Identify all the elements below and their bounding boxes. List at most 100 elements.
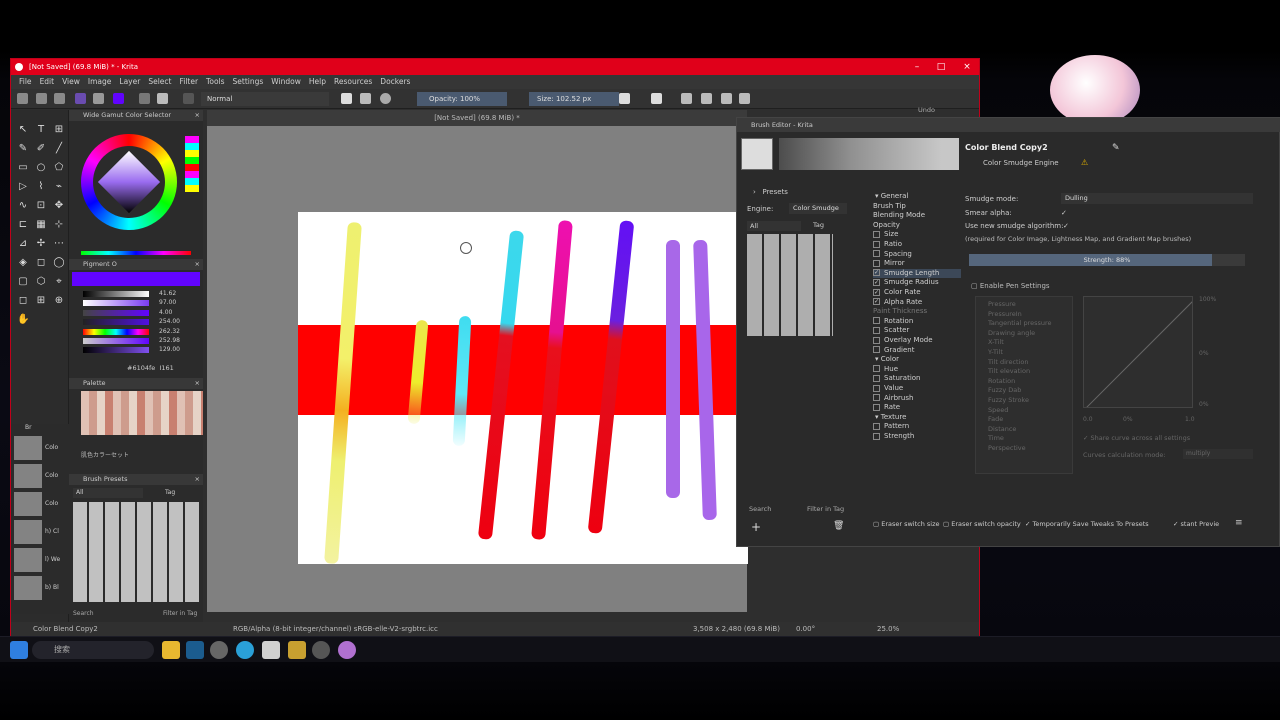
pigment-hex[interactable]: #6104fe I161 [127,364,174,372]
option-checkbox[interactable] [873,240,880,248]
color-patches[interactable] [185,136,199,192]
opacity-slider[interactable]: Opacity: 100% [417,92,507,106]
share-curve[interactable]: ✓ Share curve across all settings [1083,434,1190,442]
brush-strip-thumbnail[interactable] [14,464,42,488]
new-algorithm-label[interactable]: Use new smudge algorithm: ✓ [965,222,1069,230]
sensor-item[interactable]: PressureIn [988,310,1022,318]
palette-swatches[interactable] [81,391,203,435]
close-icon[interactable]: × [955,59,979,75]
option-opacity[interactable]: Opacity [873,221,900,231]
status-rotation[interactable]: 0.00° [796,622,815,636]
right-docker-undo-tab[interactable]: Undo [918,106,935,114]
tool-25-icon[interactable]: ▢ [17,276,29,288]
brush-editor-title[interactable]: Brush Editor - Krita [737,118,1280,132]
pigment-slider-row[interactable]: 41.62 [75,290,199,298]
preset-list-grid[interactable] [747,234,833,336]
enable-pen-settings[interactable]: ▢ Enable Pen Settings [971,282,1050,290]
canvas-tab[interactable]: [Not Saved] (69.8 MiB) * [207,110,747,126]
option-checkbox[interactable] [873,384,880,392]
eraser-switch-opacity[interactable]: ▢ Eraser switch opacity [943,520,1021,528]
tool-16-icon[interactable]: ⊏ [17,219,29,231]
option-smudge-length[interactable]: ✓ Smudge Length [873,268,961,279]
sensor-item[interactable]: Drawing angle [988,329,1035,337]
option-saturation[interactable]: Saturation [873,374,921,384]
sensor-item[interactable]: Fuzzy Stroke [988,396,1029,404]
size-slider[interactable]: Size: 102.52 px [529,92,619,106]
open-document-icon[interactable] [36,93,47,104]
pigment-slider-row[interactable]: 262.32 [75,328,199,336]
save-document-icon[interactable] [54,93,65,104]
brush-strip-thumbnail[interactable] [14,492,42,516]
option-airbrush[interactable]: Airbrush [873,394,913,404]
tool-18-icon[interactable]: ⊹ [53,219,65,231]
menu-window[interactable]: Window [271,77,301,86]
close-icon[interactable]: × [195,110,200,121]
option-checkbox[interactable] [873,317,880,325]
menu-resources[interactable]: Resources [334,77,372,86]
brush-settings-icon[interactable] [157,93,168,104]
menu-file[interactable]: File [19,77,32,86]
presets-toggle[interactable]: › Presets [753,188,788,196]
brush-presets-search[interactable]: Search [73,610,94,617]
option-gradient[interactable]: Gradient [873,346,914,356]
menu-edit[interactable]: Edit [40,77,55,86]
brush-presets-grid[interactable] [73,502,201,602]
option-checkbox[interactable] [873,394,880,402]
minimize-icon[interactable]: – [905,59,929,75]
transform-icon[interactable] [681,93,692,104]
edge-icon[interactable] [236,641,254,659]
preset-list-filter-in-tag[interactable]: Filter in Tag [807,505,844,513]
tool-2-icon[interactable]: T [35,124,47,136]
sensor-item[interactable]: Rotation [988,377,1015,385]
sensor-item[interactable]: Fade [988,415,1003,423]
option-texture[interactable]: ▾ Texture [875,413,906,423]
tool-5-icon[interactable]: ✐ [35,143,47,155]
mirror-vertical-icon[interactable] [651,93,662,104]
option-mirror[interactable]: Mirror [873,259,905,269]
pigment-slider-row[interactable]: 97.00 [75,299,199,307]
option-checkbox[interactable] [873,374,880,382]
option-checkbox[interactable] [873,336,880,344]
sensor-item[interactable]: X-Tilt [988,338,1004,346]
preset-list-filter[interactable]: All [747,221,801,231]
eraser-mode-icon[interactable] [341,93,352,104]
brush-preset-icon[interactable] [139,93,150,104]
option-checkbox[interactable]: ✓ [873,269,880,277]
smudge-mode-select[interactable]: Dulling [1061,193,1253,204]
tool-11-icon[interactable]: ⌇ [35,181,47,193]
tool-28-icon[interactable]: ◻ [17,295,29,307]
option-size[interactable]: Size [873,230,898,240]
option-paint-thickness[interactable]: Paint Thickness [873,307,927,317]
brush-presets-filter[interactable]: All [73,488,143,498]
option-smudge-radius[interactable]: ✓ Smudge Radius [873,278,939,288]
option-checkbox[interactable] [873,432,880,440]
tool-22-icon[interactable]: ◈ [17,257,29,269]
palette-name[interactable]: 肌色カラーセット [81,450,129,459]
option-alpha-rate[interactable]: ✓ Alpha Rate [873,298,922,308]
undo-icon[interactable] [721,93,732,104]
menu-select[interactable]: Select [148,77,171,86]
option-overlay-mode[interactable]: Overlay Mode [873,336,933,346]
menu-view[interactable]: View [62,77,80,86]
tool-19-icon[interactable]: ⊿ [17,238,29,250]
preset-list-search[interactable]: Search [749,505,771,513]
option-pattern[interactable]: Pattern [873,422,909,432]
engine-select[interactable]: Color Smudge [789,203,847,214]
tool-23-icon[interactable]: ◻ [35,257,47,269]
option-checkbox[interactable]: ✓ [873,288,880,296]
wrap-around-icon[interactable] [701,93,712,104]
brush-strip-thumbnail[interactable] [14,576,42,600]
option-rate[interactable]: Rate [873,403,900,413]
sensor-item[interactable]: Pressure [988,300,1016,308]
recent-colors-strip[interactable] [81,251,191,255]
option-color-rate[interactable]: ✓ Color Rate [873,288,921,298]
blend-mode-select[interactable]: Normal [201,92,329,106]
tool-9-icon[interactable]: ⬠ [53,162,65,174]
add-preset-icon[interactable]: + [751,520,761,534]
menu-image[interactable]: Image [88,77,112,86]
option-hue[interactable]: Hue [873,365,898,375]
brush-presets-tag[interactable]: Tag [165,488,175,498]
tool-20-icon[interactable]: ✢ [35,238,47,250]
maximize-icon[interactable]: □ [929,59,953,75]
option-checkbox[interactable] [873,259,880,267]
